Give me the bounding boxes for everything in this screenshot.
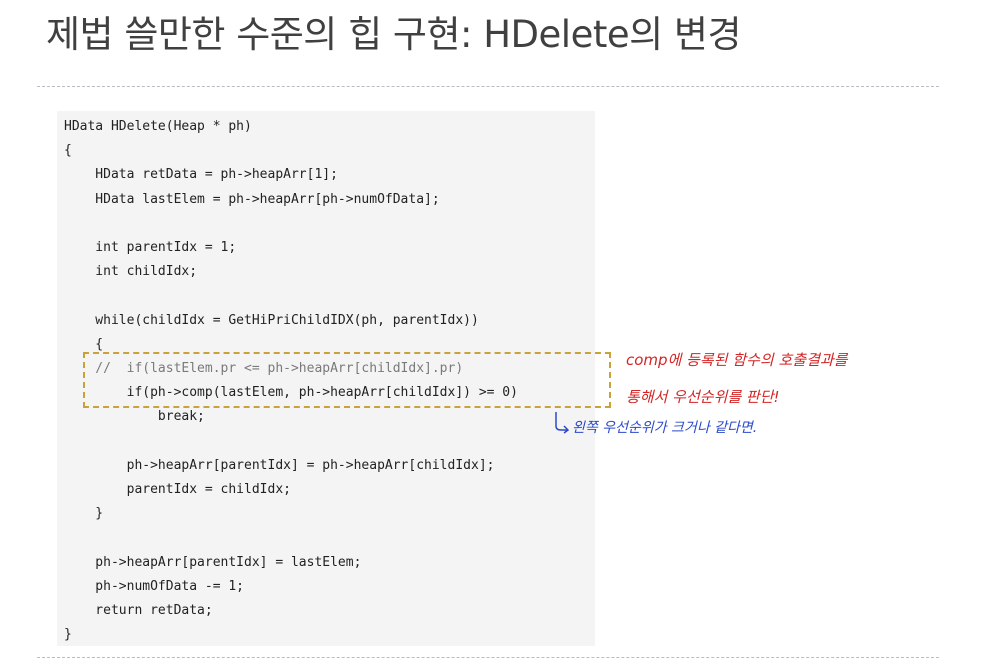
code-line: return retData; bbox=[64, 603, 213, 619]
top-divider bbox=[37, 86, 939, 87]
hand-arrow-icon bbox=[555, 412, 570, 434]
code-line: int childIdx; bbox=[64, 264, 198, 280]
code-line: { bbox=[64, 143, 72, 159]
code-line: int parentIdx = 1; bbox=[64, 240, 237, 256]
code-line: } bbox=[64, 506, 104, 522]
code-line: ph->numOfData -= 1; bbox=[64, 578, 245, 594]
highlight-box bbox=[83, 352, 611, 408]
code-line: HData lastElem = ph->heapArr[ph->numOfDa… bbox=[64, 191, 440, 207]
code-line: ph->heapArr[parentIdx] = lastElem; bbox=[64, 554, 362, 570]
code-line: HData HDelete(Heap * ph) bbox=[64, 119, 252, 134]
slide-title: 제법 쓸만한 수준의 힙 구현: HDelete의 변경 bbox=[46, 13, 741, 56]
code-line: HData retData = ph->heapArr[1]; bbox=[64, 167, 338, 183]
code-line: parentIdx = childIdx; bbox=[64, 482, 291, 498]
handwritten-note: 왼쪽 우선순위가 크거나 같다면. bbox=[572, 420, 758, 436]
code-line: break; bbox=[64, 409, 205, 425]
bottom-divider bbox=[37, 657, 939, 658]
annotation-line-1: comp에 등록된 함수의 호출결과를 bbox=[626, 351, 848, 369]
code-line: { bbox=[64, 336, 104, 352]
annotation-line-2: 통해서 우선순위를 판단! bbox=[626, 388, 780, 406]
code-line: ph->heapArr[parentIdx] = ph->heapArr[chi… bbox=[64, 457, 495, 473]
code-line: while(childIdx = GetHiPriChildIDX(ph, pa… bbox=[64, 312, 479, 328]
code-line: } bbox=[64, 627, 72, 643]
